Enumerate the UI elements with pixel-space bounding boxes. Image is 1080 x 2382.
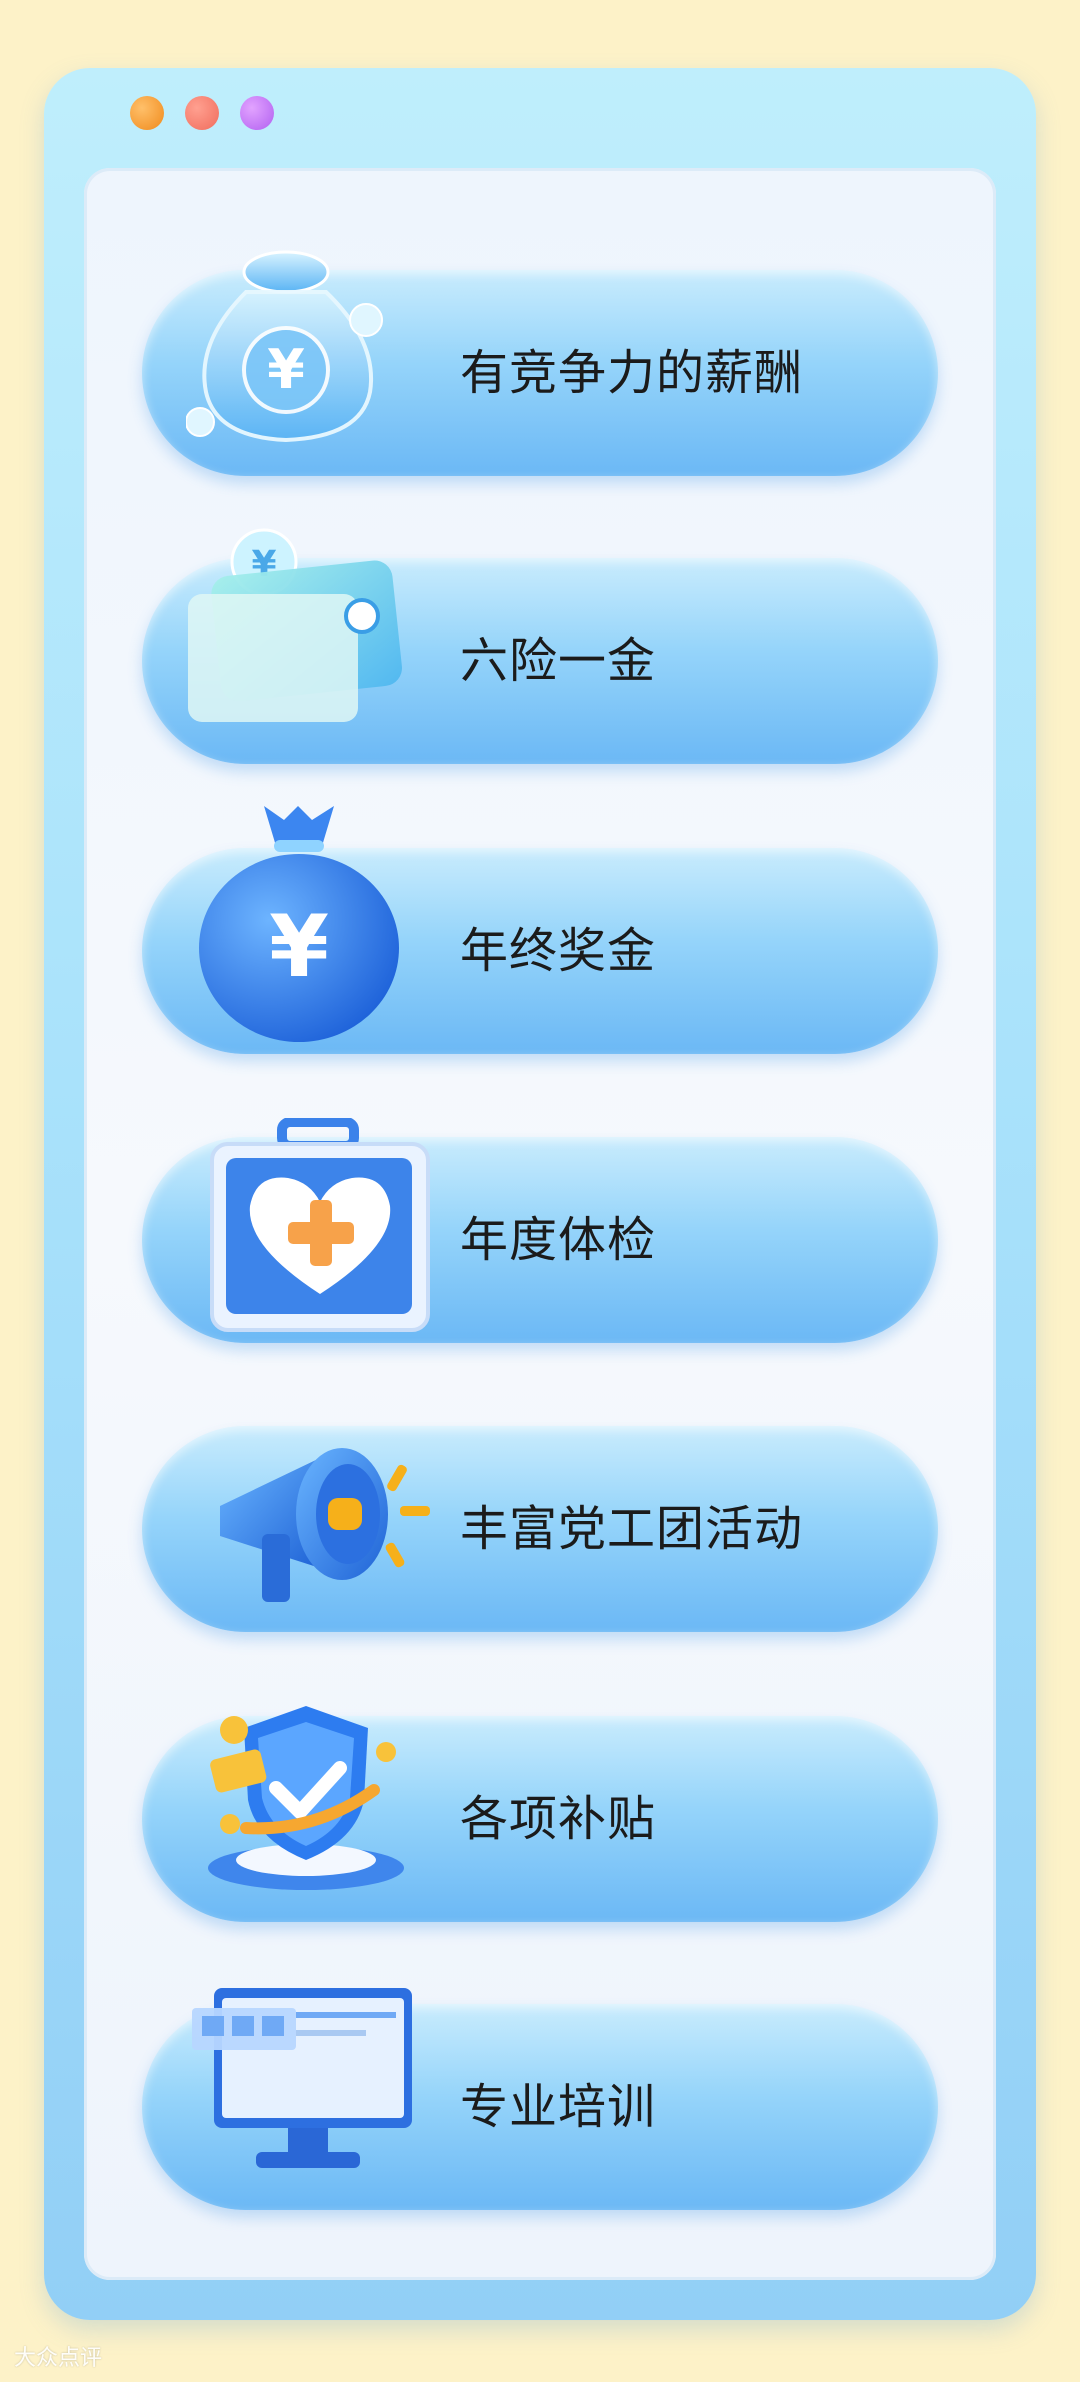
benefit-label: 丰富党工团活动 [460,1501,804,1557]
money-bag-icon: ¥ [186,250,383,443]
yen-glyph: ¥ [267,338,305,401]
wallet-icon: ¥ [188,528,402,722]
medical-kit-icon [210,1118,430,1332]
yen-glyph: ¥ [269,897,329,997]
window-dot-purple[interactable] [240,96,274,130]
benefit-label: 专业培训 [460,2079,657,2135]
window-dot-orange[interactable] [130,96,164,130]
megaphone-icon [220,1448,430,1602]
benefit-label: 各项补贴 [460,1791,657,1847]
shield-check-icon [208,1706,404,1890]
watermark-text: 大众点评 [14,2346,103,2371]
benefit-label: 有竞争力的薪酬 [460,345,804,401]
benefit-label: 年终奖金 [460,923,657,979]
benefit-label: 年度体检 [460,1212,657,1268]
window-dot-red[interactable] [185,96,219,130]
money-sack-icon: ¥ [199,806,399,1042]
computer-monitor-icon [192,1988,412,2168]
benefit-label: 六险一金 [460,633,657,689]
